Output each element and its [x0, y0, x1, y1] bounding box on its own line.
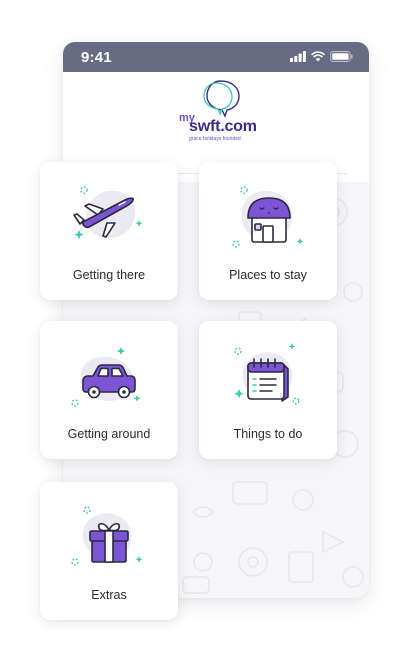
tile-extras[interactable]: Extras [40, 482, 178, 620]
tile-label: Getting around [67, 427, 151, 441]
airplane-icon [73, 186, 143, 240]
signal-icon [290, 51, 306, 62]
logo-name: swft.com [189, 118, 257, 135]
tile-getting-around[interactable]: Getting around [40, 321, 178, 459]
tile-label: Extras [91, 588, 127, 602]
battery-icon [330, 51, 353, 62]
house-icon [232, 186, 304, 248]
tile-places-to-stay[interactable]: Places to stay [199, 162, 337, 300]
tile-label: Places to stay [229, 268, 307, 282]
car-icon [71, 347, 141, 407]
status-time: 9:41 [81, 49, 112, 66]
calendar-icon [234, 343, 300, 405]
tile-things-to-do[interactable]: Things to do [199, 321, 337, 459]
logo-tagline: grace holidays founded [189, 136, 241, 142]
tile-getting-there[interactable]: Getting there [40, 162, 178, 300]
gift-icon [71, 506, 143, 566]
wifi-icon [311, 51, 325, 62]
tile-label: Things to do [233, 427, 303, 441]
tile-label: Getting there [72, 268, 146, 282]
status-bar: 9:41 [63, 42, 369, 72]
status-icons [290, 51, 353, 62]
